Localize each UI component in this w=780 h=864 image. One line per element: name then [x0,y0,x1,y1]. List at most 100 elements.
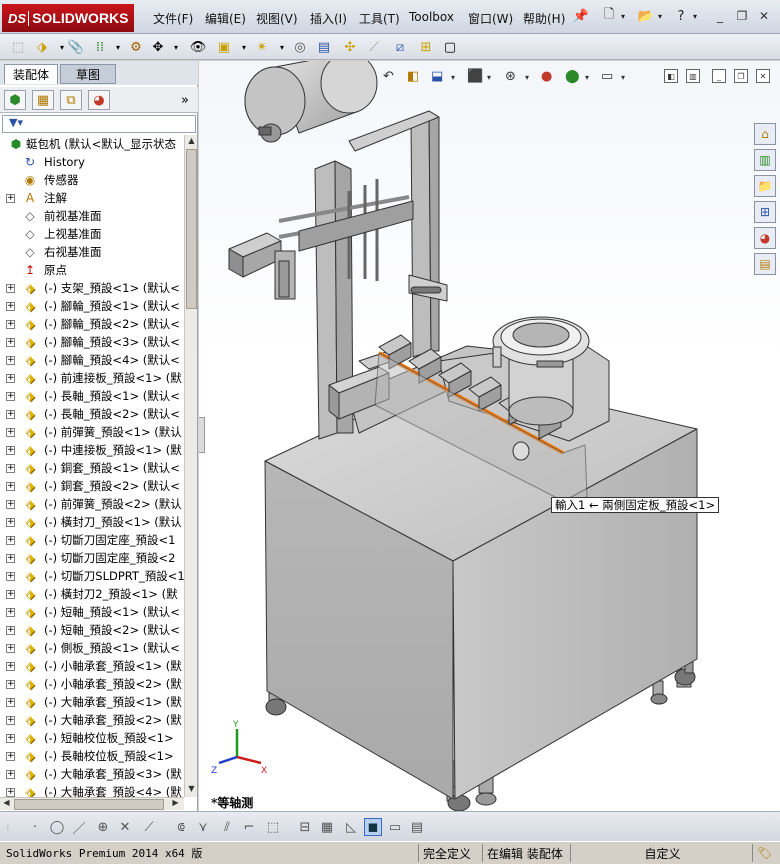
tangent-line-icon[interactable]: ⟋ [140,818,158,836]
linear-pattern-icon[interactable]: ⊟ [296,818,314,836]
tree-component[interactable]: + ⬗ (-) 中連接板_預設<1> (默 [0,441,184,459]
tree-component[interactable]: + ⬗ (-) 腳輪_預設<1> (默认< [0,297,184,315]
expand-icon[interactable]: + [6,607,15,617]
chevron-down-icon[interactable]: ▾ [166,37,186,57]
wireframe-icon[interactable]: ▭ [386,818,404,836]
expand-icon[interactable]: + [6,427,15,437]
menu-edit[interactable]: 编辑(E) [205,10,246,27]
display-manager-icon[interactable]: ◕ [88,90,110,110]
point-icon[interactable]: · [26,818,44,836]
hidden-lines-icon[interactable]: ▤ [408,818,426,836]
show-hidden-icon[interactable]: 👁 [188,37,208,57]
solidworks-logo[interactable]: DS SOLIDWORKS [2,4,134,32]
tree-component[interactable]: + ⬗ (-) 橫封刀_預設<1> (默认 [0,513,184,531]
tree-item[interactable]: ↥ 原点 [0,261,184,279]
close-icon[interactable]: ✕ [756,8,772,24]
tree-component[interactable]: + ⬗ (-) 前彈簧_預設<2> (默认 [0,495,184,513]
tree-component[interactable]: + ⬗ (-) 切斷刀SLDPRT_預設<1 [0,567,184,585]
expand-icon[interactable]: + [6,625,15,635]
tree-component[interactable]: + ⬗ (-) 支架_預設<1> (默认< [0,279,184,297]
menu-toolbox[interactable]: Toolbox [409,10,454,24]
tree-component[interactable]: + ⬗ (-) 小軸承套_預設<1> (默 [0,657,184,675]
scroll-left-icon[interactable]: ◀ [1,798,12,810]
mate-callout[interactable]: 輸入1 ← 兩側固定板_預設<1> [551,497,720,513]
menu-window[interactable]: 窗口(W) [468,10,513,27]
relations-icon[interactable]: ◺ [342,818,360,836]
tree-component[interactable]: + ⬗ (-) 短軸_預設<2> (默认< [0,621,184,639]
expand-icon[interactable]: + [6,517,15,527]
expand-icon[interactable]: + [6,589,15,599]
new-document-icon[interactable]: 🗋 [600,7,618,25]
tree-component[interactable]: + ⬗ (-) 橫封刀2_預設<1> (默 [0,585,184,603]
offset-entities-icon[interactable]: ⫽ [218,818,236,836]
property-manager-icon[interactable]: ▦ [32,90,54,110]
tree-component[interactable]: + ⬗ (-) 大軸承套_預設<3> (默 [0,765,184,783]
chevron-down-icon[interactable]: ▾ [655,7,665,25]
expand-icon[interactable]: + [6,301,15,311]
expand-icon[interactable]: + [6,787,15,797]
tree-item[interactable]: ◇ 前视基准面 [0,207,184,225]
tree-root-assembly[interactable]: ⬢ 蜓包机 (默认<默认_显示状态 [0,135,184,153]
tree-component[interactable]: + ⬗ (-) 大軸承套_預設<1> (默 [0,693,184,711]
expand-icon[interactable]: + [6,319,15,329]
menu-insert[interactable]: 插入(I) [310,10,347,27]
scroll-thumb[interactable] [186,149,197,309]
minimize-icon[interactable]: _ [712,8,728,24]
chamfer-icon[interactable]: ⋎ [194,818,212,836]
expand-icon[interactable]: + [6,373,15,383]
scroll-down-icon[interactable]: ▼ [186,784,197,796]
configuration-manager-icon[interactable]: ⧉ [60,90,82,110]
chevron-down-icon[interactable]: ▾ [234,37,254,57]
move-component-icon[interactable]: ✥ [148,37,168,57]
tree-component[interactable]: + ⬗ (-) 短軸校位板_預設<1> [0,729,184,747]
expand-icon[interactable]: + [6,445,15,455]
chevron-right-icon[interactable]: » [174,90,196,110]
tree-component[interactable]: + ⬗ (-) 長軸_預設<2> (默认< [0,405,184,423]
chevron-down-icon[interactable]: ▾ [618,7,628,25]
new-part-icon[interactable]: ⬚ [8,37,28,57]
tree-component[interactable]: + ⬗ (-) 腳輪_預設<4> (默认< [0,351,184,369]
expand-icon[interactable]: + [6,679,15,689]
chevron-down-icon[interactable]: ▾ [108,37,128,57]
scroll-thumb[interactable] [14,799,164,810]
line-icon[interactable]: ／ [70,818,88,837]
hole-alignment-icon[interactable]: ▢ [440,37,460,57]
tree-component[interactable]: + ⬗ (-) 銅套_預設<2> (默认< [0,477,184,495]
expand-icon[interactable]: + [6,769,15,779]
tree-horizontal-scrollbar[interactable]: ◀ ▶ [0,797,184,810]
tree-vertical-scrollbar[interactable]: ▲ ▼ [184,135,197,797]
packaging-machine-model[interactable] [199,61,780,811]
expand-icon[interactable]: + [6,409,15,419]
tree-item[interactable]: ◇ 上视基准面 [0,225,184,243]
scroll-right-icon[interactable]: ▶ [170,798,181,810]
expand-icon[interactable]: + [6,733,15,743]
bill-of-materials-icon[interactable]: ▤ [314,37,334,57]
expand-icon[interactable]: + [6,193,15,203]
open-folder-icon[interactable]: 📂 [637,7,655,25]
tree-component[interactable]: + ⬗ (-) 切斷刀固定座_預設<2 [0,549,184,567]
tree-filter-input[interactable]: ▼▾ [2,115,196,133]
expand-icon[interactable]: + [6,571,15,581]
tree-item[interactable]: ↻ History [0,153,184,171]
centerpoint-arc-icon[interactable]: ⊕ [94,818,112,836]
tag-icon[interactable]: 🏷 [752,844,776,862]
expand-icon[interactable]: + [6,643,15,653]
expand-icon[interactable]: + [6,535,15,545]
chevron-down-icon[interactable]: ▾ [690,7,700,25]
pin-icon[interactable]: 📌 [572,7,590,25]
expand-icon[interactable]: + [6,697,15,707]
tree-component[interactable]: + ⬗ (-) 大軸承套_預設<2> (默 [0,711,184,729]
tree-component[interactable]: + ⬗ (-) 長軸校位板_預設<1> [0,747,184,765]
tree-component[interactable]: + ⬗ (-) 前連接板_預設<1> (默 [0,369,184,387]
expand-icon[interactable]: + [6,355,15,365]
circle-icon[interactable]: ◯ [48,818,66,836]
restore-icon[interactable]: ❐ [734,8,750,24]
reference-geometry-icon[interactable]: ✴ [252,37,272,57]
expand-icon[interactable]: + [6,463,15,473]
tree-component[interactable]: + ⬗ (-) 小軸承套_預設<2> (默 [0,675,184,693]
tree-item[interactable]: ◉ 传感器 [0,171,184,189]
feature-manager-icon[interactable]: ⬢ [4,90,26,110]
new-motion-study-icon[interactable]: ◎ [290,37,310,57]
insert-component-icon[interactable]: ⬗ [32,37,52,57]
grid-icon[interactable]: ▦ [318,818,336,836]
